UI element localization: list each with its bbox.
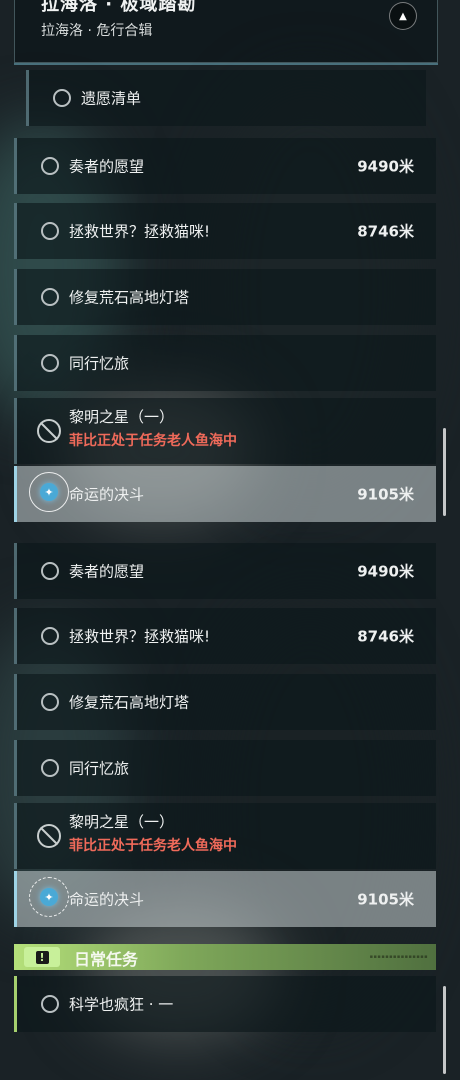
quest-row[interactable]: 修复荒石高地灯塔 <box>14 269 436 325</box>
quest-label: 科学也疯狂 · 一 <box>69 995 174 1014</box>
quest-row[interactable]: 拯救世界？拯救猫咪! 8746米 <box>14 203 436 259</box>
quest-distance: 9105米 <box>357 890 414 909</box>
quest-status-circle-icon <box>53 89 71 107</box>
quest-status-circle-icon <box>41 693 59 711</box>
quest-label: 同行忆旅 <box>69 354 130 373</box>
collapse-button[interactable]: ▲ <box>389 2 417 30</box>
navigation-marker-icon: ✦ <box>29 472 69 512</box>
quest-status-circle-icon <box>41 759 59 777</box>
region-subtitle: 拉海洛 · 危行合辑 <box>41 23 153 39</box>
quest-label: 遗愿清单 <box>81 89 142 108</box>
quest-label: 奏者的愿望 <box>69 157 145 176</box>
quest-label: 修复荒石高地灯塔 <box>69 693 190 712</box>
quest-row[interactable]: 同行忆旅 <box>14 740 436 796</box>
quest-label: 黎明之星（一） <box>69 813 175 831</box>
quest-panel-bottom: 奏者的愿望 9490米 拯救世界？拯救猫咪! 8746米 修复荒石高地灯塔 同行… <box>0 540 460 1080</box>
quest-row-tracked[interactable]: ✦ 命运的决斗 9105米 <box>14 466 436 522</box>
exclamation-icon: ! <box>24 947 60 967</box>
quest-distance: 8746米 <box>357 222 414 241</box>
quest-label: 命运的决斗 <box>69 485 145 504</box>
daily-quest-row[interactable]: 科学也疯狂 · 一 <box>14 976 436 1032</box>
scrollbar[interactable] <box>443 428 446 516</box>
blocked-icon <box>37 824 61 848</box>
quest-row-tracked[interactable]: ✦ 命运的决斗 9105米 <box>14 871 436 927</box>
quest-panel-top: 拉海洛 · 极域踏勘 拉海洛 · 危行合辑 ▲ 遗愿清单 奏者的愿望 9490米… <box>0 0 460 540</box>
quest-status-circle-icon <box>41 627 59 645</box>
quest-label: 修复荒石高地灯塔 <box>69 288 190 307</box>
blocked-icon <box>37 419 61 443</box>
quest-row-blocked[interactable]: 黎明之星（一） 菲比正处于任务老人鱼海中 <box>14 803 436 869</box>
navigation-marker-icon: ✦ <box>29 877 69 917</box>
region-header[interactable]: 拉海洛 · 极域踏勘 拉海洛 · 危行合辑 ▲ <box>14 0 438 63</box>
region-title: 拉海洛 · 极域踏勘 <box>41 0 197 15</box>
quest-row[interactable]: 修复荒石高地灯塔 <box>14 674 436 730</box>
quest-label: 黎明之星（一） <box>69 408 175 426</box>
daily-quests-header[interactable]: ! 日常任务 ▪▪▪▪▪▪▪▪▪▪▪▪▪▪▪ <box>14 944 436 970</box>
quest-label: 拯救世界？拯救猫咪! <box>69 222 211 241</box>
quest-status-circle-icon <box>41 562 59 580</box>
chevron-up-icon: ▲ <box>399 10 407 22</box>
quest-row[interactable]: 奏者的愿望 9490米 <box>14 138 436 194</box>
quest-row[interactable]: 奏者的愿望 9490米 <box>14 543 436 599</box>
quest-row[interactable]: 拯救世界？拯救猫咪! 8746米 <box>14 608 436 664</box>
quest-row-blocked[interactable]: 黎明之星（一） 菲比正处于任务老人鱼海中 <box>14 398 436 464</box>
quest-distance: 9490米 <box>357 157 414 176</box>
decorative-pattern: ▪▪▪▪▪▪▪▪▪▪▪▪▪▪▪ <box>369 954 428 960</box>
quest-label: 同行忆旅 <box>69 759 130 778</box>
quest-label: 奏者的愿望 <box>69 562 145 581</box>
quest-status-circle-icon <box>41 157 59 175</box>
quest-status-circle-icon <box>41 222 59 240</box>
quest-warning: 菲比正处于任务老人鱼海中 <box>69 838 237 854</box>
quest-status-circle-icon <box>41 288 59 306</box>
quest-warning: 菲比正处于任务老人鱼海中 <box>69 433 237 449</box>
quest-label: 拯救世界？拯救猫咪! <box>69 627 211 646</box>
daily-quests-title: 日常任务 <box>74 950 139 969</box>
quest-status-circle-icon <box>41 354 59 372</box>
scrollbar[interactable] <box>443 986 446 1074</box>
quest-distance: 9490米 <box>357 562 414 581</box>
quest-distance: 9105米 <box>357 485 414 504</box>
quest-distance: 8746米 <box>357 627 414 646</box>
quest-status-circle-icon <box>41 995 59 1013</box>
quest-row[interactable]: 同行忆旅 <box>14 335 436 391</box>
quest-row[interactable]: 遗愿清单 <box>26 70 426 126</box>
quest-label: 命运的决斗 <box>69 890 145 909</box>
